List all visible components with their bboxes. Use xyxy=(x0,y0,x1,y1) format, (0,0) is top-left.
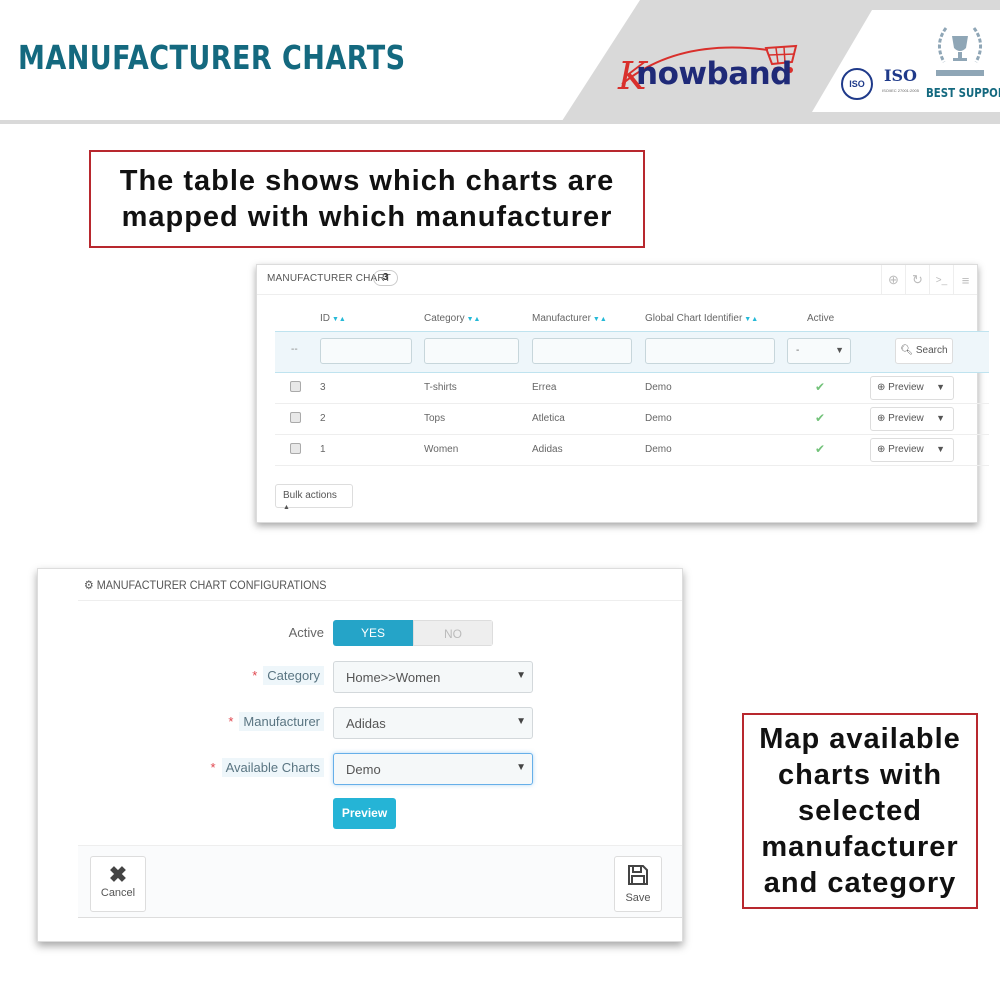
panel-toolbar: ⊕ ↻ >_ ≡ xyxy=(881,265,977,295)
page-title: MANUFACTURER CHARTS xyxy=(18,38,406,77)
column-header-active: Active xyxy=(807,313,835,324)
filter-manufacturer-input[interactable] xyxy=(532,338,632,364)
chart-configuration-panel: ⚙ MANUFACTURER CHART CONFIGURATIONS Acti… xyxy=(37,568,683,942)
category-select[interactable]: Home>>Women ▼ xyxy=(333,661,533,693)
chevron-down-icon: ▼ xyxy=(516,716,526,727)
config-header: ⚙ MANUFACTURER CHART CONFIGURATIONS xyxy=(78,569,682,601)
row-preview-button[interactable]: ⊕ Preview ▼ xyxy=(870,407,954,431)
form-callout: Map available charts with selected manuf… xyxy=(742,713,978,909)
best-support-label: BEST SUPPORT xyxy=(926,86,1000,100)
cancel-button[interactable]: ✖ Cancel xyxy=(90,856,146,912)
table-row: 3 T-shirts Errea Demo ✔ ⊕ Preview ▼ xyxy=(275,373,989,404)
filter-id-input[interactable] xyxy=(320,338,412,364)
chevron-down-icon: ▼ xyxy=(516,670,526,681)
search-icon: 🔍︎ xyxy=(900,345,914,356)
active-no-option[interactable]: NO xyxy=(413,620,493,646)
chevron-down-icon: ▼ xyxy=(835,345,844,355)
iso-badge: ISO xyxy=(884,66,917,85)
active-label: Active xyxy=(288,625,324,640)
cell-category: Tops xyxy=(424,413,446,424)
dropdown-caret-icon[interactable]: ▼ xyxy=(936,382,945,392)
dropdown-caret-icon[interactable]: ▼ xyxy=(936,444,945,454)
zoom-in-icon: ⊕ xyxy=(877,444,886,455)
check-icon[interactable]: ✔ xyxy=(815,411,825,425)
filter-row: -- - ▼ 🔍︎ Search xyxy=(275,331,989,373)
save-icon xyxy=(615,863,661,892)
close-icon: ✖ xyxy=(108,862,128,887)
category-label: * Category xyxy=(188,666,324,685)
add-icon[interactable]: ⊕ xyxy=(881,265,905,295)
database-icon[interactable]: ≡ xyxy=(953,265,977,295)
filter-category-input[interactable] xyxy=(424,338,519,364)
knowband-logo: K nowband xyxy=(618,28,814,98)
zoom-in-icon: ⊕ xyxy=(877,382,886,393)
sort-icon[interactable]: ▼▲ xyxy=(744,316,758,323)
row-checkbox[interactable] xyxy=(290,381,301,392)
gear-icon: ⚙ xyxy=(84,578,94,592)
table-row: 2 Tops Atletica Demo ✔ ⊕ Preview ▼ xyxy=(275,404,989,435)
active-yes-option[interactable]: YES xyxy=(333,620,413,646)
cell-category: T-shirts xyxy=(424,382,457,393)
row-preview-button[interactable]: ⊕ Preview ▼ xyxy=(870,376,954,400)
trophy-laurel-icon xyxy=(936,27,984,76)
check-icon[interactable]: ✔ xyxy=(815,380,825,394)
filter-active-select[interactable]: - ▼ xyxy=(787,338,851,364)
manufacturer-label: * Manufacturer xyxy=(158,712,324,731)
required-icon: * xyxy=(228,714,234,729)
header-banner: MANUFACTURER CHARTS K nowband ISO ISO IS… xyxy=(0,0,1000,124)
available-charts-label: * Available Charts xyxy=(138,758,324,777)
column-header-id[interactable]: ID ▼▲ xyxy=(320,313,346,324)
filter-dash: -- xyxy=(291,344,298,355)
column-header-global-chart-identifier[interactable]: Global Chart Identifier ▼▲ xyxy=(645,313,758,324)
cell-manufacturer: Atletica xyxy=(532,413,565,424)
bulk-actions-button[interactable]: Bulk actions ▲ xyxy=(275,484,353,511)
cell-identifier: Demo xyxy=(645,444,672,455)
sort-icon[interactable]: ▼▲ xyxy=(593,316,607,323)
iso-certified-badge: ISO xyxy=(841,68,873,100)
row-checkbox[interactable] xyxy=(290,412,301,423)
caret-up-icon: ▲ xyxy=(283,504,290,511)
config-title: MANUFACTURER CHART CONFIGURATIONS xyxy=(96,578,327,592)
column-header-manufacturer[interactable]: Manufacturer ▼▲ xyxy=(532,313,607,324)
cell-manufacturer: Errea xyxy=(532,382,557,393)
required-icon: * xyxy=(210,760,216,775)
row-preview-button[interactable]: ⊕ Preview ▼ xyxy=(870,438,954,462)
manufacturer-chart-list-panel: MANUFACTURER CHART 3 ⊕ ↻ >_ ≡ ID ▼▲ Categ… xyxy=(256,264,989,523)
zoom-in-icon: ⊕ xyxy=(877,413,886,424)
sort-icon[interactable]: ▼▲ xyxy=(332,316,346,323)
iso-subtext: ISO/IEC 27001:2005 xyxy=(882,88,919,93)
cell-identifier: Demo xyxy=(645,382,672,393)
active-toggle[interactable]: YES NO xyxy=(333,620,493,646)
save-button[interactable]: Save xyxy=(614,856,662,912)
filter-identifier-input[interactable] xyxy=(645,338,775,364)
cell-identifier: Demo xyxy=(645,413,672,424)
check-icon[interactable]: ✔ xyxy=(815,442,825,456)
table-callout: The table shows which charts are mapped … xyxy=(89,150,645,248)
banner-divider xyxy=(0,120,1000,124)
preview-button[interactable]: Preview xyxy=(333,798,396,829)
sort-icon[interactable]: ▼▲ xyxy=(467,316,481,323)
cell-id: 1 xyxy=(320,444,326,455)
sql-query-icon[interactable]: >_ xyxy=(929,265,953,295)
table-row: 1 Women Adidas Demo ✔ ⊕ Preview ▼ xyxy=(275,435,989,466)
row-checkbox[interactable] xyxy=(290,443,301,454)
panel-header: MANUFACTURER CHART 3 ⊕ ↻ >_ ≡ xyxy=(257,265,977,295)
cell-id: 3 xyxy=(320,382,326,393)
available-charts-select[interactable]: Demo ▼ xyxy=(333,753,533,785)
count-badge: 3 xyxy=(373,270,398,286)
required-icon: * xyxy=(252,668,258,683)
manufacturer-select[interactable]: Adidas ▼ xyxy=(333,707,533,739)
config-footer: ✖ Cancel Save xyxy=(78,845,682,918)
search-button[interactable]: 🔍︎ Search xyxy=(895,338,953,364)
chevron-down-icon: ▼ xyxy=(516,762,526,773)
column-header-category[interactable]: Category ▼▲ xyxy=(424,313,480,324)
refresh-icon[interactable]: ↻ xyxy=(905,265,929,295)
cell-category: Women xyxy=(424,444,459,455)
dropdown-caret-icon[interactable]: ▼ xyxy=(936,413,945,423)
cell-id: 2 xyxy=(320,413,326,424)
cell-manufacturer: Adidas xyxy=(532,444,563,455)
logo-text: nowband xyxy=(636,56,792,92)
